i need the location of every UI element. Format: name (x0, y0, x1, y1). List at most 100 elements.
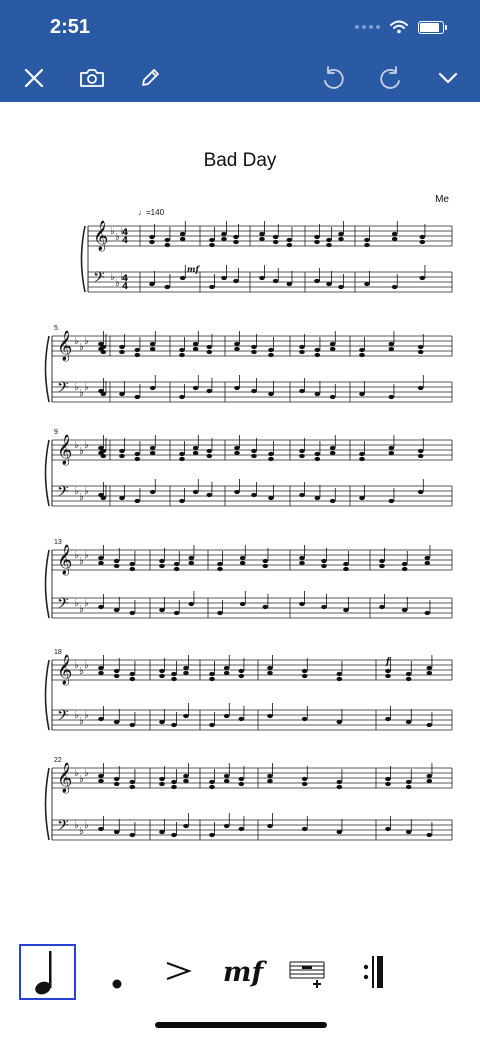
treble-note[interactable] (379, 563, 385, 569)
treble-note[interactable] (192, 346, 199, 352)
treble-note[interactable] (149, 239, 155, 245)
treble-note[interactable] (262, 563, 269, 569)
treble-note[interactable] (223, 665, 230, 671)
treble-note[interactable] (206, 349, 213, 355)
bass-note[interactable] (388, 394, 395, 400)
sheet-music[interactable]: 𝄞 ♭♭♭𝄢 ♭♭♭𝄞 ♭♭♭𝄢 ♭♭♭5𝄞 ♭♭♭𝄢 ♭♭♭9𝄞 ♭♭♭𝄢 ♭♭♭13𝄞 ♭♭♭… (0, 200, 480, 900)
treble-note[interactable] (299, 448, 305, 454)
bass-note[interactable] (267, 823, 273, 829)
bass-note[interactable] (113, 719, 120, 725)
quarter-note-tool[interactable] (19, 944, 76, 1000)
bass-note[interactable] (301, 826, 308, 832)
treble-note[interactable] (426, 665, 433, 671)
treble-note[interactable] (134, 451, 141, 457)
bass-note[interactable] (405, 829, 412, 835)
bass-note[interactable] (134, 394, 141, 400)
treble-note[interactable] (388, 346, 395, 352)
treble-note[interactable] (267, 670, 273, 676)
treble-note[interactable] (209, 676, 215, 682)
treble-note[interactable] (419, 239, 426, 245)
treble-note[interactable] (301, 776, 308, 782)
treble-note[interactable] (405, 676, 412, 682)
bass-note[interactable] (129, 610, 136, 616)
treble-note[interactable] (179, 451, 185, 457)
treble-note[interactable] (239, 560, 246, 566)
treble-note[interactable] (159, 668, 165, 674)
treble-note[interactable] (424, 555, 431, 561)
treble-note[interactable] (343, 561, 349, 567)
bass-note[interactable] (251, 388, 257, 394)
treble-note[interactable] (359, 451, 365, 457)
treble-note[interactable] (338, 231, 344, 237)
treble-note[interactable] (326, 237, 332, 243)
treble-note[interactable] (206, 344, 213, 350)
treble-note[interactable] (113, 781, 120, 787)
treble-note[interactable] (209, 784, 215, 790)
treble-note[interactable] (113, 563, 120, 569)
treble-note[interactable] (417, 349, 424, 355)
treble-note[interactable] (173, 561, 180, 567)
bass-note[interactable] (272, 278, 279, 284)
treble-note[interactable] (388, 445, 395, 451)
bass-note[interactable] (209, 832, 215, 838)
treble-note[interactable] (209, 671, 215, 677)
treble-note[interactable] (336, 671, 343, 677)
treble-note[interactable] (388, 341, 395, 347)
treble-note[interactable] (98, 773, 104, 779)
treble-note[interactable] (314, 456, 321, 462)
bass-note[interactable] (119, 495, 125, 501)
treble-note[interactable] (419, 234, 426, 240)
treble-note[interactable] (129, 784, 136, 790)
treble-note[interactable] (171, 779, 177, 785)
treble-note[interactable] (119, 448, 125, 454)
treble-note[interactable] (426, 773, 433, 779)
treble-note[interactable] (149, 450, 156, 456)
bass-note[interactable] (426, 832, 433, 838)
treble-note[interactable] (329, 450, 336, 456)
bass-note[interactable] (419, 275, 426, 281)
treble-note[interactable] (301, 673, 308, 679)
bass-note[interactable] (343, 607, 349, 613)
bass-note[interactable] (134, 498, 141, 504)
treble-note[interactable] (192, 445, 199, 451)
dynamics-tool[interactable]: mf (218, 944, 268, 1000)
treble-note[interactable] (329, 341, 336, 347)
bass-note[interactable] (164, 284, 171, 290)
treble-note[interactable] (359, 352, 365, 358)
bass-note[interactable] (179, 394, 185, 400)
treble-note[interactable] (272, 239, 279, 245)
treble-note[interactable] (268, 347, 274, 353)
treble-note[interactable] (149, 341, 156, 347)
treble-note[interactable] (234, 450, 240, 456)
bass-note[interactable] (267, 713, 273, 719)
edit-button[interactable] (134, 62, 166, 94)
treble-note[interactable] (238, 668, 245, 674)
bass-note[interactable] (233, 278, 239, 284)
treble-note[interactable] (336, 784, 343, 790)
bass-note[interactable] (299, 388, 305, 394)
bass-note[interactable] (183, 823, 189, 829)
treble-note[interactable] (417, 448, 424, 454)
treble-note[interactable] (129, 779, 136, 785)
bass-note[interactable] (98, 716, 104, 722)
treble-note[interactable] (209, 242, 215, 248)
treble-note[interactable] (299, 349, 305, 355)
treble-note[interactable] (100, 453, 107, 459)
repeat-barline-tool[interactable] (356, 944, 390, 1000)
treble-note[interactable] (119, 453, 125, 459)
treble-note[interactable] (359, 456, 365, 462)
treble-note[interactable] (209, 779, 215, 785)
bass-note[interactable] (159, 829, 165, 835)
treble-note[interactable] (159, 673, 165, 679)
redo-button[interactable] (375, 62, 407, 94)
bass-note[interactable] (385, 716, 391, 722)
treble-note[interactable] (233, 239, 239, 245)
bass-note[interactable] (113, 829, 120, 835)
treble-note[interactable] (251, 344, 257, 350)
bass-note[interactable] (206, 388, 213, 394)
treble-note[interactable] (321, 558, 327, 564)
bass-note[interactable] (98, 604, 104, 610)
treble-note[interactable] (223, 670, 230, 676)
bass-note[interactable] (238, 826, 245, 832)
treble-note[interactable] (239, 555, 246, 561)
